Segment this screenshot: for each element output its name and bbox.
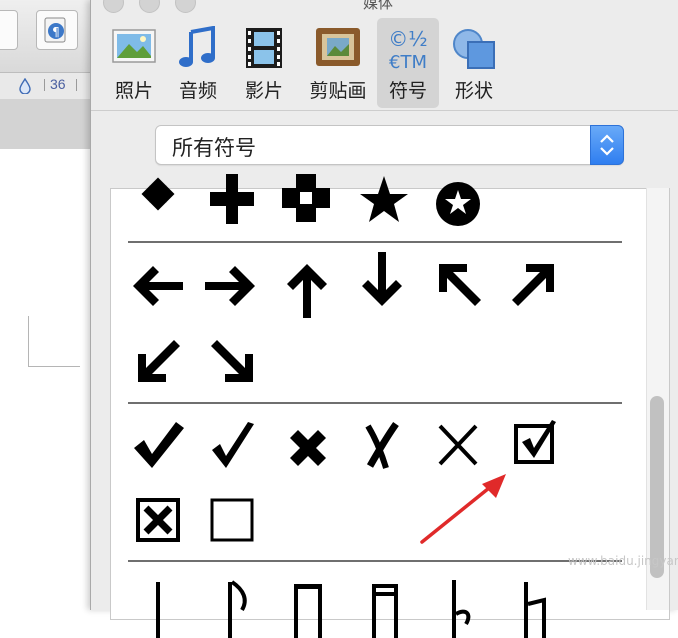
- symbol-eighth-note[interactable]: [200, 574, 264, 638]
- document-toolbar: ¶: [0, 0, 92, 72]
- tab-movies[interactable]: 影片: [233, 18, 295, 108]
- group-divider: [128, 402, 622, 404]
- tab-photos[interactable]: 照片: [103, 18, 165, 108]
- shapes-icon: [453, 29, 495, 69]
- symbol-heavy-check[interactable]: [126, 412, 190, 476]
- symbol-check[interactable]: [200, 412, 264, 476]
- margin-corner-mark: [28, 366, 80, 367]
- symbol-plus-outlined[interactable]: [274, 164, 338, 228]
- ruler-tick: [76, 79, 77, 91]
- svg-text:¶: ¶: [52, 25, 60, 39]
- symbol-circled-star[interactable]: [426, 164, 490, 228]
- tab-label: 剪贴画: [309, 80, 367, 102]
- tab-label: 照片: [114, 80, 153, 102]
- drop-icon: [19, 78, 31, 94]
- media-tabs: 照片 音频 影片 剪贴画 ©½ €TM 符号 形状: [91, 18, 678, 108]
- tab-label: 符号: [388, 80, 427, 102]
- select-value: 所有符号: [172, 136, 256, 160]
- symbol-multiplication-x[interactable]: [426, 412, 490, 476]
- symbol-flat[interactable]: [426, 574, 490, 638]
- music-note-icon: [179, 26, 215, 67]
- scrollbar-thumb[interactable]: [650, 396, 664, 578]
- tab-label: 音频: [178, 80, 217, 102]
- symbols-icon: ©½ €TM: [388, 27, 427, 72]
- symbol-up-right-arrow[interactable]: [502, 252, 566, 316]
- divider: [91, 110, 678, 111]
- clipart-frame-icon: [316, 28, 360, 66]
- close-button[interactable]: [103, 0, 124, 13]
- symbol-ballot-box[interactable]: [200, 488, 264, 552]
- symbol-natural[interactable]: [502, 574, 566, 638]
- ruler: 36: [0, 72, 92, 100]
- tab-shapes[interactable]: 形状: [443, 18, 505, 108]
- symbol-beamed-sixteenth-notes[interactable]: [352, 574, 416, 638]
- paragraph-mark-icon: ¶: [44, 17, 66, 43]
- symbol-ballot-box-x[interactable]: [126, 488, 190, 552]
- tab-label: 形状: [454, 80, 493, 102]
- watermark: www.baidu.jingyan.com: [568, 554, 678, 568]
- symbol-up-left-arrow[interactable]: [427, 252, 491, 316]
- toolbar-button[interactable]: [0, 10, 18, 50]
- ruler-value: 36: [50, 76, 66, 92]
- symbol-left-arrow[interactable]: [125, 254, 189, 318]
- symbol-star[interactable]: [352, 164, 416, 228]
- group-divider: [128, 241, 622, 243]
- symbol-beamed-eighth-notes[interactable]: [276, 574, 340, 638]
- document-page[interactable]: [0, 149, 92, 610]
- minimize-button[interactable]: [139, 0, 160, 13]
- symbol-up-arrow[interactable]: [275, 258, 339, 322]
- tab-clipart[interactable]: 剪贴画: [301, 18, 375, 108]
- symbol-heavy-plus[interactable]: [200, 164, 264, 228]
- symbols-icon-top-text: ©½: [388, 27, 427, 51]
- symbol-right-arrow[interactable]: [199, 254, 263, 318]
- symbol-down-left-arrow[interactable]: [126, 330, 190, 394]
- symbol-cross-diamond[interactable]: [126, 164, 190, 228]
- document-gutter: [0, 99, 92, 149]
- symbol-down-right-arrow[interactable]: [201, 330, 265, 394]
- ruler-tick: [44, 79, 45, 91]
- tab-label: 影片: [244, 80, 283, 102]
- symbol-category-select[interactable]: 所有符号: [155, 125, 624, 165]
- select-stepper[interactable]: [590, 125, 624, 165]
- symbols-icon-bottom-text: €TM: [389, 52, 427, 72]
- paragraph-mark-button[interactable]: ¶: [36, 10, 78, 50]
- tab-audio[interactable]: 音频: [167, 18, 229, 108]
- title-bar: 媒体: [91, 0, 678, 14]
- chevron-up-down-icon: [600, 134, 614, 156]
- film-strip-icon: [246, 28, 282, 68]
- symbol-ballot-x[interactable]: [350, 412, 414, 476]
- photo-icon: [112, 29, 156, 63]
- symbol-ballot-box-check[interactable]: [502, 408, 566, 472]
- symbol-down-arrow[interactable]: [350, 248, 414, 312]
- zoom-button[interactable]: [175, 0, 196, 13]
- symbol-heavy-x[interactable]: [276, 412, 340, 476]
- group-divider: [128, 560, 622, 562]
- panel-title: 媒体: [363, 0, 394, 12]
- margin-corner-mark: [28, 316, 29, 366]
- tab-symbols[interactable]: ©½ €TM 符号: [377, 18, 439, 108]
- symbol-quarter-note[interactable]: [126, 574, 190, 638]
